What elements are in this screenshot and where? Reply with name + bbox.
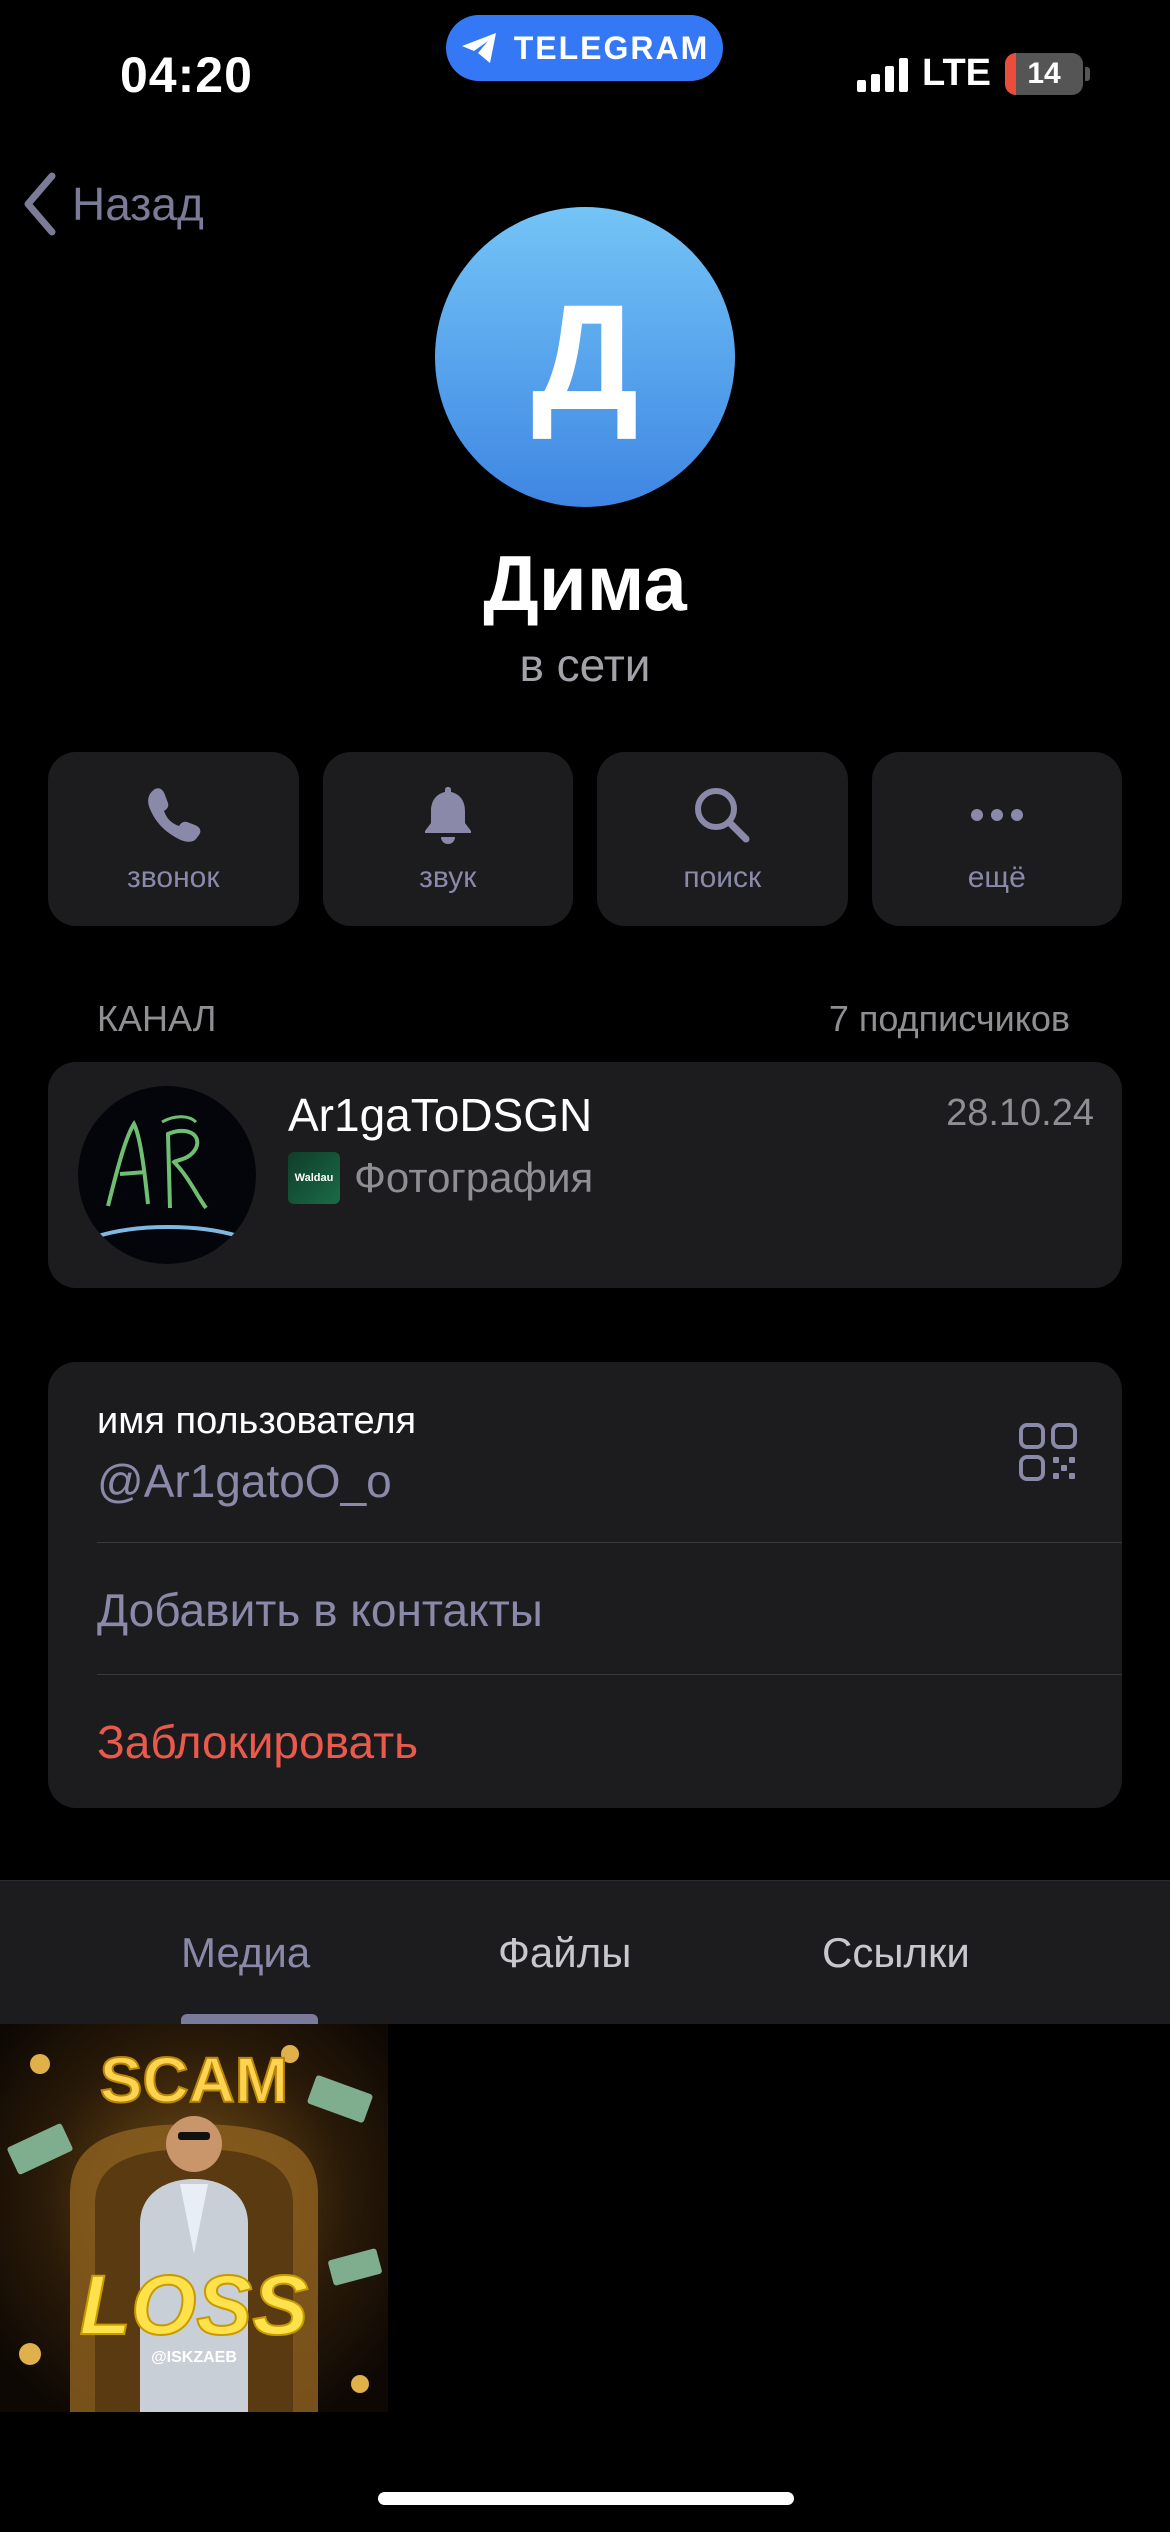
more-label: ещё (967, 861, 1026, 894)
channel-avatar (78, 1086, 256, 1264)
search-label: поиск (683, 861, 762, 894)
channel-card[interactable]: Ar1gaToDSGN 28.10.24 Waldau Фотография (48, 1062, 1122, 1288)
network-type: LTE (922, 52, 991, 94)
battery-icon: 14 (1005, 52, 1090, 95)
username-value[interactable]: @Ar1gatoO_o (97, 1454, 392, 1508)
tab-links[interactable]: Ссылки (822, 1929, 970, 1977)
media-watermark: @ISKZAEB (151, 2349, 237, 2366)
info-card: имя пользователя @Ar1gatoO_o Добавить в … (48, 1362, 1122, 1808)
more-icon (970, 809, 1023, 821)
channel-title: Ar1gaToDSGN (288, 1089, 593, 1141)
battery-level: 14 (1027, 56, 1061, 90)
media-top-text: SCAM (100, 2044, 288, 2116)
sound-button[interactable]: звук (322, 752, 573, 926)
channel-date: 28.10.24 (946, 1092, 1094, 1134)
block-button[interactable]: Заблокировать (97, 1715, 418, 1769)
add-contact-button[interactable]: Добавить в контакты (97, 1583, 543, 1637)
online-status: в сети (519, 639, 651, 691)
channel-last-message: Waldau Фотография (288, 1152, 593, 1204)
search-button[interactable]: поиск (597, 752, 848, 926)
divider (97, 1542, 1122, 1543)
profile-name: Дима (483, 539, 687, 627)
chevron-left-icon (24, 172, 56, 236)
tab-media[interactable]: Медиа (181, 1929, 310, 1977)
channel-message-text: Фотография (354, 1154, 594, 1201)
qr-code-icon[interactable] (1018, 1422, 1078, 1482)
telegram-pill-label: TELEGRAM (513, 29, 710, 66)
divider (97, 1674, 1122, 1675)
avatar[interactable]: Д (435, 207, 735, 507)
bell-icon (424, 787, 471, 844)
back-label: Назад (72, 178, 204, 230)
active-tab-indicator (181, 2014, 318, 2024)
channel-section-header: КАНАЛ 7 подписчиков (97, 998, 1070, 1040)
cellular-signal-icon (857, 56, 909, 92)
back-button[interactable]: Назад (22, 172, 204, 236)
telegram-pill[interactable]: TELEGRAM (446, 15, 723, 81)
phone-icon (148, 788, 201, 842)
media-bottom-text: LOSS (80, 2258, 309, 2352)
sound-label: звук (419, 861, 477, 894)
channel-section-title: КАНАЛ (97, 998, 217, 1039)
status-time: 04:20 (120, 47, 253, 103)
username-label: имя пользователя (97, 1400, 417, 1442)
action-buttons: звонок звук поиск ещё (48, 752, 1122, 926)
call-label: звонок (127, 861, 220, 894)
more-button[interactable]: ещё (871, 752, 1122, 926)
channel-message-thumbnail: Waldau (288, 1152, 340, 1204)
media-item[interactable]: SCAM LOSS @ISKZAEB (0, 2024, 388, 2412)
status-indicators: LTE 14 (857, 52, 1090, 95)
home-indicator (378, 2492, 794, 2505)
call-button[interactable]: звонок (48, 752, 299, 926)
search-icon (695, 788, 750, 843)
subscriber-count: 7 подписчиков (828, 998, 1070, 1039)
telegram-icon (461, 33, 496, 63)
tab-files[interactable]: Файлы (498, 1929, 631, 1977)
media-tabs: Медиа Файлы Ссылки (0, 1880, 1170, 2024)
